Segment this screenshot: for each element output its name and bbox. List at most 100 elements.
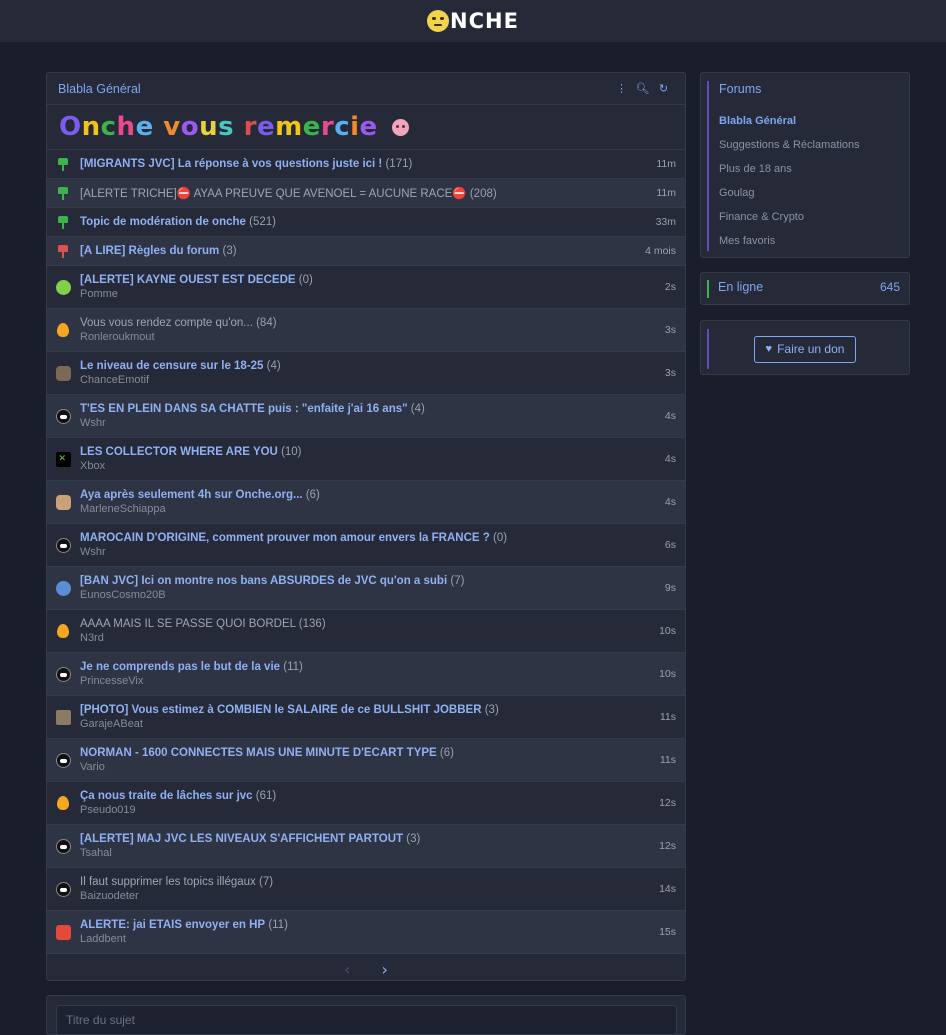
topic-title-link[interactable]: Topic de modération de onche: [80, 216, 246, 228]
user-avatar[interactable]: [55, 451, 71, 467]
prev-page-button[interactable]: ‹: [344, 960, 350, 979]
topic-line: Ça nous traite de lâches sur jvc (61): [80, 790, 651, 802]
topic-title-link[interactable]: [MIGRANTS JVC] La réponse à vos question…: [80, 158, 382, 170]
topic-author[interactable]: Laddbent: [80, 933, 651, 945]
topic-body: [À LIRE] Règles du forum (3): [80, 245, 637, 257]
avatar-wrapper: [55, 881, 71, 897]
next-page-button[interactable]: ›: [382, 960, 388, 979]
topic-author[interactable]: EunosCosmo20B: [80, 589, 657, 601]
user-avatar[interactable]: [55, 752, 71, 768]
topic-title-link[interactable]: T'ES EN PLEIN DANS SA CHATTE puis : "enf…: [80, 403, 408, 415]
topic-row[interactable]: Le niveau de censure sur le 18-25 (4) Cha…: [47, 352, 685, 395]
topic-title-link[interactable]: LES COLLECTOR WHERE ARE YOU: [80, 446, 278, 458]
heart-icon: ♥: [765, 343, 773, 355]
forum-link[interactable]: Suggestions & Réclamations: [719, 133, 909, 157]
user-avatar[interactable]: [55, 537, 71, 553]
topic-title-link[interactable]: [PHOTO] Vous estimez à COMBIEN le SALAIR…: [80, 704, 482, 716]
topic-title-link[interactable]: [BAN JVC] Ici on montre nos bans ABSURDE…: [80, 575, 447, 587]
topic-author[interactable]: Vario: [80, 761, 652, 773]
site-logo[interactable]: NCHE: [427, 9, 519, 33]
topic-title-link[interactable]: [ALERTE] MAJ JVC LES NIVEAUX S'AFFICHENT…: [80, 833, 403, 845]
topic-author[interactable]: N3rd: [80, 632, 651, 644]
user-avatar[interactable]: [55, 881, 71, 897]
user-avatar[interactable]: [55, 924, 71, 940]
topic-row[interactable]: Ça nous traite de lâches sur jvc (61) Pse…: [47, 782, 685, 825]
forum-link[interactable]: Goulag: [719, 181, 909, 205]
topic-author[interactable]: Wshr: [80, 417, 657, 429]
topic-row[interactable]: LES COLLECTOR WHERE ARE YOU (10) Xbox 4s: [47, 438, 685, 481]
avatar-wrapper: [55, 752, 71, 768]
fire-avatar-icon[interactable]: [57, 323, 69, 337]
user-avatar[interactable]: [55, 709, 71, 725]
pinned-topic-row[interactable]: [À LIRE] Règles du forum (3) 4 mois: [47, 237, 685, 266]
topic-author[interactable]: Wshr: [80, 546, 657, 558]
topic-title-link[interactable]: Le niveau de censure sur le 18-25: [80, 360, 263, 372]
topic-row[interactable]: [ALERTE] MAJ JVC LES NIVEAUX S'AFFICHENT…: [47, 825, 685, 868]
topic-author[interactable]: Pomme: [80, 288, 657, 300]
topic-title-link[interactable]: NORMAN - 1600 CONNECTES MAIS UNE MINUTE …: [80, 747, 437, 759]
topic-title-link[interactable]: Vous vous rendez compte qu'on...: [80, 317, 253, 329]
topic-title-link[interactable]: MAROCAIN D'ORIGINE, comment prouver mon …: [80, 532, 490, 544]
topic-title-link[interactable]: [À LIRE] Règles du forum: [80, 245, 219, 257]
last-activity-time: 12s: [659, 840, 676, 852]
topic-body: AAAA MAIS IL SE PASSE QUOI BORDEL (136) N…: [80, 618, 651, 644]
red-pin-icon: [58, 244, 68, 258]
forum-link[interactable]: Plus de 18 ans: [719, 157, 909, 181]
topic-row[interactable]: NORMAN - 1600 CONNECTES MAIS UNE MINUTE …: [47, 739, 685, 782]
refresh-icon[interactable]: ↻: [653, 82, 674, 95]
user-avatar[interactable]: [55, 408, 71, 424]
topic-author[interactable]: GarajeABeat: [80, 718, 652, 730]
topic-body: MAROCAIN D'ORIGINE, comment prouver mon …: [80, 532, 657, 558]
topic-row[interactable]: Aya après seulement 4h sur Onche.org... …: [47, 481, 685, 524]
fire-avatar-icon[interactable]: [57, 796, 69, 810]
topic-author[interactable]: PrincesseVix: [80, 675, 651, 687]
forum-link[interactable]: Blabla Général: [719, 109, 909, 133]
more-options-icon[interactable]: ⋮: [611, 82, 632, 95]
user-avatar[interactable]: [55, 666, 71, 682]
topic-row[interactable]: T'ES EN PLEIN DANS SA CHATTE puis : "enf…: [47, 395, 685, 438]
topic-title-link[interactable]: [ALERTE TRICHE]⛔ AYAA PREUVE QUE AVENOEL…: [80, 188, 467, 200]
topic-row[interactable]: [BAN JVC] Ici on montre nos bans ABSURDE…: [47, 567, 685, 610]
user-avatar[interactable]: [55, 838, 71, 854]
topic-author[interactable]: Xbox: [80, 460, 657, 472]
topic-row[interactable]: Il faut supprimer les topics illégaux (7…: [47, 868, 685, 911]
topic-title-link[interactable]: AAAA MAIS IL SE PASSE QUOI BORDEL: [80, 618, 296, 630]
topic-row[interactable]: Vous vous rendez compte qu'on... (84) Ron…: [47, 309, 685, 352]
topic-author[interactable]: ChanceEmotif: [80, 374, 657, 386]
topic-line: AAAA MAIS IL SE PASSE QUOI BORDEL (136): [80, 618, 651, 630]
donate-button[interactable]: ♥ Faire un don: [753, 335, 857, 363]
topic-row[interactable]: MAROCAIN D'ORIGINE, comment prouver mon …: [47, 524, 685, 567]
pagination: ‹ ›: [47, 954, 685, 980]
topic-title-link[interactable]: Aya après seulement 4h sur Onche.org...: [80, 489, 303, 501]
last-activity-time: 11s: [659, 711, 676, 723]
search-icon[interactable]: 🔍︎: [632, 82, 653, 95]
forum-link[interactable]: Finance & Crypto: [719, 205, 909, 229]
topic-row[interactable]: [ALERTE] KAYNE OUEST EST DECEDÉ (0) Pomme…: [47, 266, 685, 309]
forum-link[interactable]: Mes favoris: [719, 229, 909, 253]
topic-title-input[interactable]: [56, 1005, 677, 1035]
user-avatar[interactable]: [55, 365, 71, 381]
topic-author[interactable]: Ronleroukmout: [80, 331, 657, 343]
last-activity-time: 4 mois: [645, 245, 676, 257]
pinned-topic-row[interactable]: [ALERTE TRICHE]⛔ AYAA PREUVE QUE AVENOEL…: [47, 179, 685, 208]
topic-title-link[interactable]: Il faut supprimer les topics illégaux: [80, 876, 256, 888]
user-avatar[interactable]: [55, 279, 71, 295]
user-avatar[interactable]: [55, 580, 71, 596]
topic-title-link[interactable]: Je ne comprends pas le but de la vie: [80, 661, 280, 673]
topic-author[interactable]: Baizuodeter: [80, 890, 651, 902]
user-avatar[interactable]: [55, 494, 71, 510]
last-activity-time: 6s: [664, 539, 676, 551]
topic-row[interactable]: Je ne comprends pas le but de la vie (11…: [47, 653, 685, 696]
pinned-topic-row[interactable]: [MIGRANTS JVC] La réponse à vos question…: [47, 150, 685, 179]
fire-avatar-icon[interactable]: [57, 624, 69, 638]
topic-row[interactable]: AAAA MAIS IL SE PASSE QUOI BORDEL (136) N…: [47, 610, 685, 653]
topic-author[interactable]: MarleneSchiappa: [80, 503, 657, 515]
topic-author[interactable]: Pseudo019: [80, 804, 651, 816]
topic-author[interactable]: Tsahal: [80, 847, 651, 859]
pinned-topic-row[interactable]: Topic de modération de onche (521) 33m: [47, 208, 685, 237]
topic-row[interactable]: [PHOTO] Vous estimez à COMBIEN le SALAIR…: [47, 696, 685, 739]
topic-title-link[interactable]: Ça nous traite de lâches sur jvc: [80, 790, 253, 802]
topic-title-link[interactable]: [ALERTE] KAYNE OUEST EST DECEDÉ: [80, 274, 296, 286]
topic-row[interactable]: ALERTE: jai ETAIS envoyer en HP (11) Ladd…: [47, 911, 685, 954]
topic-title-link[interactable]: ALERTE: jai ETAIS envoyer en HP: [80, 919, 265, 931]
